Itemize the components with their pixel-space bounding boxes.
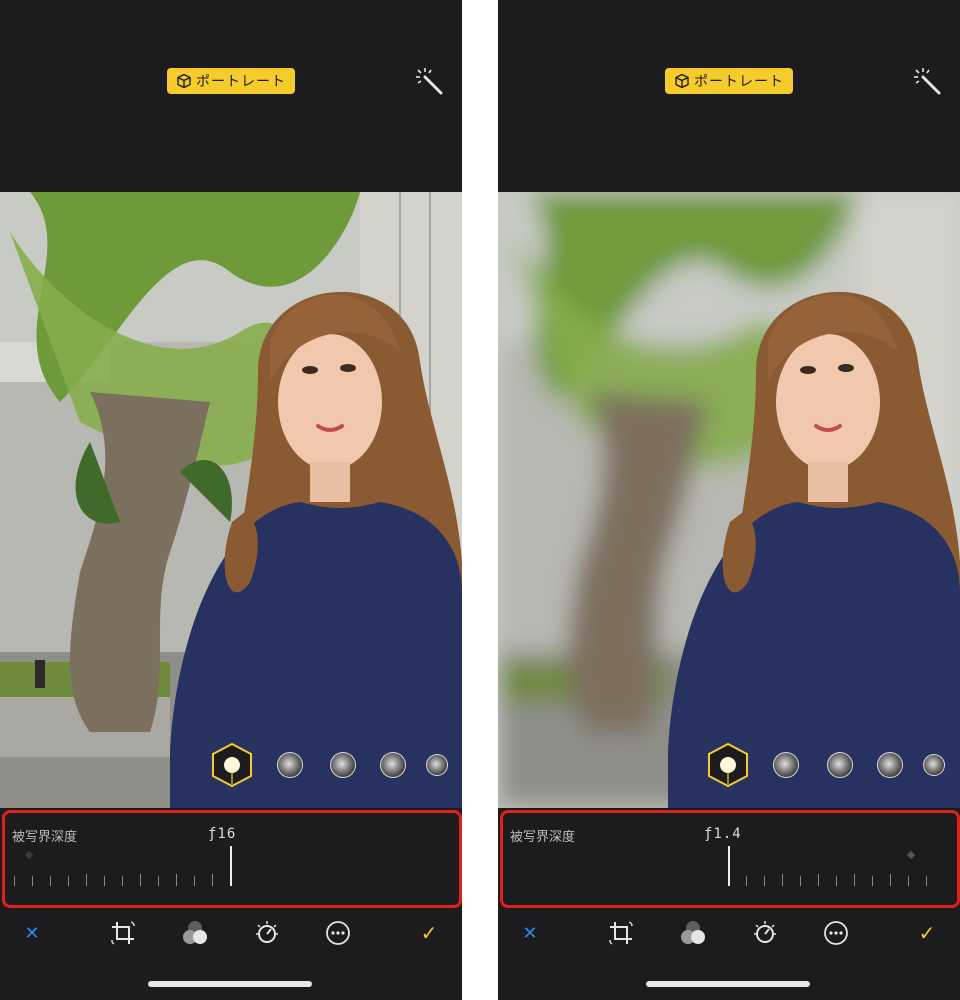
slider-tick bbox=[122, 876, 123, 886]
contour-light-option[interactable] bbox=[827, 752, 853, 778]
portrait-photo[interactable] bbox=[0, 192, 462, 808]
adjust-dial-icon bbox=[256, 921, 278, 943]
slider-tick bbox=[212, 874, 213, 886]
slider-tick bbox=[104, 876, 105, 886]
depth-label: 被写界深度 bbox=[510, 830, 576, 845]
slider-tick bbox=[908, 876, 909, 886]
slider-tick bbox=[854, 874, 855, 886]
crop-rotate-icon bbox=[609, 921, 633, 945]
natural-light-icon[interactable] bbox=[210, 742, 254, 788]
filters-icon bbox=[183, 921, 207, 944]
slider-tick bbox=[800, 876, 801, 886]
natural-light-icon[interactable] bbox=[706, 742, 750, 788]
slider-tick bbox=[50, 876, 51, 886]
filters-button[interactable] bbox=[678, 918, 708, 948]
slider-tick bbox=[158, 876, 159, 886]
portrait-mode-badge[interactable]: ポートレート bbox=[167, 68, 295, 94]
more-button[interactable] bbox=[323, 918, 353, 948]
more-icon bbox=[326, 921, 350, 945]
slider-tick bbox=[86, 874, 87, 886]
edit-toolbar: ✕ ✓ bbox=[0, 912, 462, 952]
magic-wand-icon[interactable] bbox=[912, 66, 942, 96]
magic-wand-icon[interactable] bbox=[414, 66, 444, 96]
depth-slider[interactable] bbox=[512, 846, 942, 894]
photo-scene bbox=[498, 192, 960, 808]
filters-icon bbox=[681, 921, 705, 944]
portrait-lighting-selector[interactable] bbox=[0, 742, 462, 788]
studio-light-option[interactable] bbox=[773, 752, 799, 778]
slider-default-marker bbox=[906, 850, 916, 860]
slider-default-marker bbox=[24, 850, 34, 860]
f-number-value: ƒ1.4 bbox=[704, 826, 742, 842]
f-number-value: ƒ16 bbox=[208, 826, 237, 842]
cancel-button[interactable]: ✕ bbox=[17, 918, 47, 948]
done-button[interactable]: ✓ bbox=[912, 918, 942, 948]
portrait-editor-screen-right: ポートレート 被写界深度 ƒ1.4 ✕ ✓ bbox=[498, 0, 960, 1000]
slider-tick bbox=[746, 876, 747, 886]
slider-tick bbox=[32, 876, 33, 886]
stage-mono-light-option[interactable] bbox=[923, 754, 945, 776]
slider-tick bbox=[14, 876, 15, 886]
depth-slider[interactable] bbox=[14, 846, 444, 894]
portrait-editor-screen-left: ポートレート 被写界深度 ƒ16 ✕ ✓ bbox=[0, 0, 462, 1000]
portrait-photo[interactable] bbox=[498, 192, 960, 808]
stage-light-option[interactable] bbox=[877, 752, 903, 778]
more-icon bbox=[824, 921, 848, 945]
cube-icon bbox=[177, 73, 191, 89]
slider-tick bbox=[764, 876, 765, 886]
slider-tick bbox=[926, 876, 927, 886]
slider-tick bbox=[836, 876, 837, 886]
slider-tick bbox=[890, 874, 891, 886]
crop-rotate-icon bbox=[111, 921, 135, 945]
checkmark-icon: ✓ bbox=[420, 921, 438, 945]
crop-button[interactable] bbox=[108, 918, 138, 948]
slider-needle[interactable] bbox=[230, 846, 232, 886]
cancel-button[interactable]: ✕ bbox=[515, 918, 545, 948]
cube-icon bbox=[675, 73, 689, 89]
depth-label: 被写界深度 bbox=[12, 830, 78, 845]
home-indicator[interactable] bbox=[646, 981, 810, 987]
slider-tick bbox=[872, 876, 873, 886]
slider-needle[interactable] bbox=[728, 846, 730, 886]
checkmark-icon: ✓ bbox=[918, 921, 936, 945]
portrait-mode-label: ポートレート bbox=[196, 74, 286, 90]
slider-tick bbox=[818, 874, 819, 886]
slider-tick bbox=[194, 876, 195, 886]
slider-tick bbox=[68, 876, 69, 886]
stage-mono-light-option[interactable] bbox=[426, 754, 448, 776]
edit-toolbar: ✕ ✓ bbox=[498, 912, 960, 952]
slider-tick bbox=[140, 874, 141, 886]
contour-light-option[interactable] bbox=[330, 752, 356, 778]
more-button[interactable] bbox=[821, 918, 851, 948]
done-button[interactable]: ✓ bbox=[414, 918, 444, 948]
adjust-dial-icon bbox=[754, 921, 776, 943]
crop-button[interactable] bbox=[606, 918, 636, 948]
slider-tick bbox=[782, 874, 783, 886]
portrait-lighting-selector[interactable] bbox=[498, 742, 960, 788]
adjust-button[interactable] bbox=[252, 918, 282, 948]
photo-scene bbox=[0, 192, 462, 808]
portrait-mode-label: ポートレート bbox=[694, 74, 784, 90]
home-indicator[interactable] bbox=[148, 981, 312, 987]
portrait-mode-badge[interactable]: ポートレート bbox=[665, 68, 793, 94]
studio-light-option[interactable] bbox=[277, 752, 303, 778]
close-icon: ✕ bbox=[522, 922, 538, 944]
filters-button[interactable] bbox=[180, 918, 210, 948]
close-icon: ✕ bbox=[24, 922, 40, 944]
adjust-button[interactable] bbox=[750, 918, 780, 948]
slider-tick bbox=[176, 874, 177, 886]
stage-light-option[interactable] bbox=[380, 752, 406, 778]
